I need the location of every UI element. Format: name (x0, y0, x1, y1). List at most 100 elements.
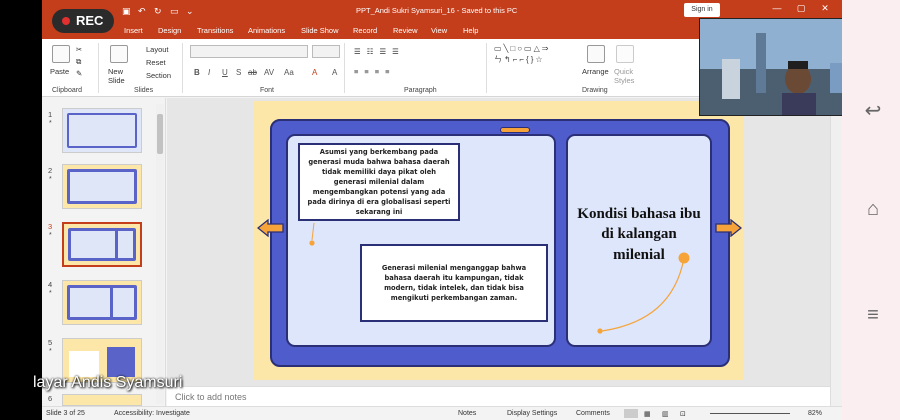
slide-thumbnails-pane: 1 * 2 * 3 * 4 * 5 * 6 (42, 98, 166, 406)
strikethrough-button[interactable]: ab (248, 68, 257, 77)
right-decor (597, 252, 690, 334)
paragraph-group-label: Paragraph (404, 87, 437, 94)
thumb-number: 6 (48, 394, 53, 403)
slide-canvas: Asumsi yang berkembang pada generasi mud… (167, 98, 830, 386)
notes-pane[interactable]: Click to add notes (167, 386, 830, 406)
slide-thumbnail-2[interactable] (62, 164, 142, 209)
tab-insert[interactable]: Insert (124, 26, 143, 35)
paste-button[interactable]: Paste (50, 67, 69, 76)
slide-thumbnail-4[interactable] (62, 280, 142, 325)
clipboard-group-label: Clipboard (52, 87, 82, 94)
comments-button[interactable]: Comments (576, 410, 610, 417)
font-name-dropdown[interactable] (190, 45, 308, 58)
new-slide-icon[interactable] (110, 45, 128, 63)
ribbon-separator (486, 43, 487, 93)
zoom-slider[interactable] (710, 413, 790, 414)
left-decor (309, 222, 315, 246)
left-black-bar (0, 0, 42, 420)
thumb-star: * (49, 348, 52, 355)
phone-nav-bar: ↩ ⌂ ≡ (842, 0, 900, 420)
underline-button[interactable]: U (222, 68, 228, 77)
thumb-star: * (49, 120, 52, 127)
thumb-number: 2 (48, 166, 53, 175)
scrollbar-thumb[interactable] (157, 114, 163, 154)
ribbon-separator (182, 43, 183, 93)
zoom-level[interactable]: 82% (808, 410, 822, 417)
format-painter-icon[interactable]: ✎ (76, 69, 82, 78)
italic-button[interactable]: I (208, 68, 210, 77)
right-arrow-icon[interactable] (714, 219, 742, 237)
layout-button[interactable]: Layout (146, 45, 169, 54)
reading-view-icon[interactable]: ▥ (662, 410, 669, 418)
thumb-number: 1 (48, 110, 53, 119)
camera-notch (500, 127, 530, 133)
paste-icon[interactable] (52, 45, 70, 63)
tab-transitions[interactable]: Transitions (197, 26, 233, 35)
arrange-icon[interactable] (587, 45, 605, 63)
bold-button[interactable]: B (194, 68, 200, 77)
tab-slide-show[interactable]: Slide Show (301, 26, 339, 35)
status-bar: Slide 3 of 25 Accessibility: Investigate… (42, 406, 842, 420)
minimize-icon[interactable]: — (770, 3, 784, 13)
left-panel: Asumsi yang berkembang pada generasi mud… (286, 134, 556, 347)
section-button[interactable]: Section (146, 71, 171, 80)
new-slide-button[interactable]: New Slide (108, 67, 134, 85)
thumb-number: 4 (48, 280, 53, 289)
back-icon[interactable]: ↩ (862, 100, 884, 122)
shapes-gallery[interactable]: ▭╲□○▭△⇒ ㄣ↰⌐⌐{}☆ (494, 43, 580, 77)
quick-styles-button[interactable]: Quick Styles (614, 67, 636, 85)
shadow-button[interactable]: S (236, 68, 241, 77)
undo-icon[interactable]: ↶ (138, 6, 146, 17)
canvas-scrollbar[interactable] (830, 98, 842, 406)
sign-in-button[interactable]: Sign in (684, 3, 720, 17)
slideshow-icon[interactable]: ▭ (170, 6, 179, 17)
home-icon[interactable]: ⌂ (862, 198, 884, 220)
drawing-group-label: Drawing (582, 87, 608, 94)
tab-view[interactable]: View (431, 26, 447, 35)
document-title: PPT_Andi Sukri Syamsuri_16 - Saved to th… (356, 6, 518, 15)
redo-icon[interactable]: ↻ (154, 6, 162, 17)
display-settings-button[interactable]: Display Settings (507, 410, 557, 417)
arrange-button[interactable]: Arrange (582, 67, 609, 76)
left-arrow-icon[interactable] (257, 219, 285, 237)
slide-thumbnail-3[interactable] (62, 222, 142, 267)
webcam-overlay (699, 18, 842, 116)
copy-icon[interactable]: ⧉ (76, 57, 81, 67)
tab-design[interactable]: Design (158, 26, 181, 35)
tab-animations[interactable]: Animations (248, 26, 285, 35)
reset-button[interactable]: Reset (146, 58, 166, 67)
tab-review[interactable]: Review (393, 26, 418, 35)
webcam-image (700, 19, 842, 115)
maximize-icon[interactable]: ▢ (794, 3, 808, 14)
font-color-button[interactable]: A (312, 68, 317, 77)
notes-button[interactable]: Notes (458, 410, 476, 417)
char-spacing-button[interactable]: AV (264, 68, 274, 77)
slide-thumbnail-1[interactable] (62, 108, 142, 153)
thumb-star: * (49, 232, 52, 239)
normal-view-icon[interactable] (624, 409, 638, 418)
tab-record[interactable]: Record (353, 26, 377, 35)
align-icons[interactable]: ≡≡≡≡ (354, 67, 396, 76)
slide-counter: Slide 3 of 25 (46, 410, 85, 417)
slideshow-view-icon[interactable]: ⊡ (680, 410, 686, 418)
thumb-star: * (49, 176, 52, 183)
slide-thumbnail-6[interactable] (62, 394, 142, 406)
thumbnails-scrollbar[interactable] (156, 104, 164, 404)
tablet-frame: Asumsi yang berkembang pada generasi mud… (270, 119, 730, 367)
tab-help[interactable]: Help (463, 26, 478, 35)
font-size-dropdown[interactable] (312, 45, 340, 58)
quick-styles-icon[interactable] (616, 45, 634, 63)
bullets-icons[interactable]: ☰☷☰☰ (354, 47, 405, 56)
recording-indicator[interactable]: REC (52, 9, 114, 33)
cut-icon[interactable]: ✂ (76, 45, 82, 54)
clear-format-button[interactable]: A (332, 68, 337, 77)
slide-sorter-icon[interactable]: ▦ (644, 410, 651, 418)
accessibility-status[interactable]: Accessibility: Investigate (114, 410, 190, 417)
change-case-button[interactable]: Aa (284, 68, 294, 77)
save-icon[interactable]: ▣ (122, 6, 131, 17)
menu-icon[interactable]: ≡ (862, 304, 884, 326)
slide[interactable]: Asumsi yang berkembang pada generasi mud… (254, 101, 744, 380)
right-panel: Kondisi bahasa ibu di kalangan milenial (566, 134, 712, 347)
customize-qat-icon[interactable]: ⌄ (186, 6, 194, 17)
close-icon[interactable]: ✕ (818, 3, 832, 14)
